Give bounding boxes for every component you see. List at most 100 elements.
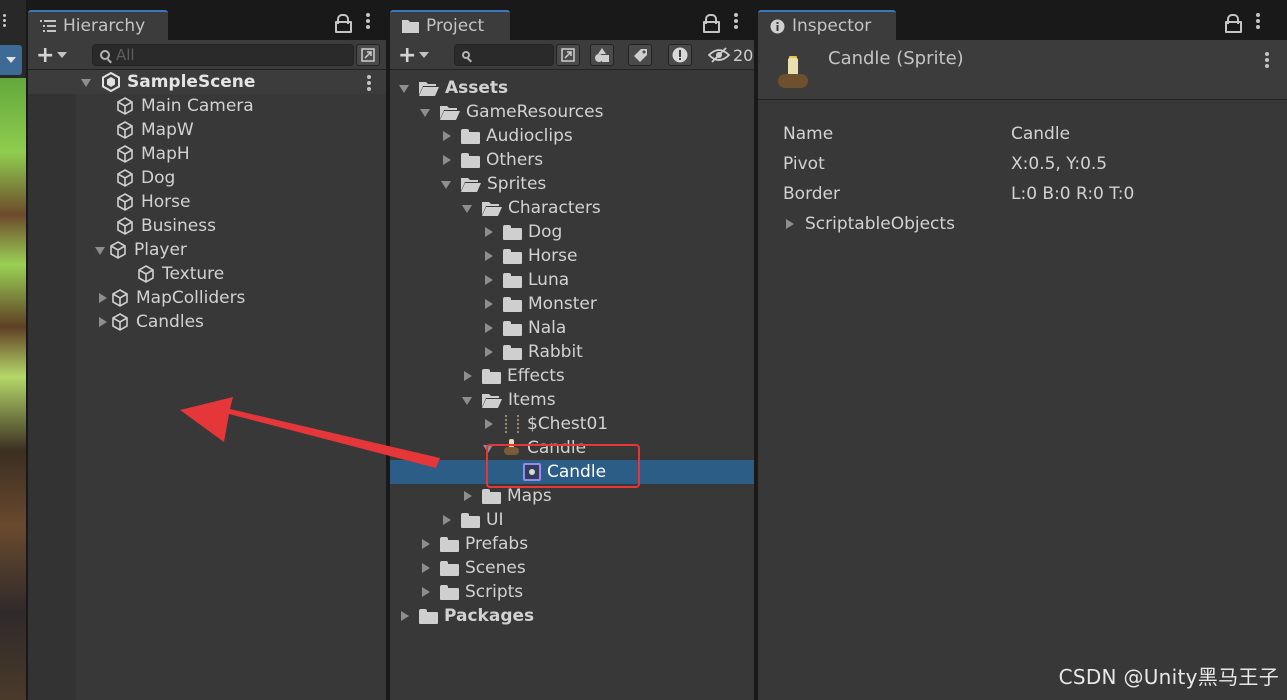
collapse-arrow-icon[interactable] — [461, 364, 475, 388]
gameobject-icon — [117, 145, 133, 163]
expand-arrow-icon[interactable] — [440, 172, 454, 196]
asset-chest01[interactable]: $Chest01 — [390, 412, 754, 436]
folder-icon — [503, 320, 522, 336]
scene-menu-icon[interactable] — [367, 75, 371, 91]
gameobject-icon — [117, 169, 133, 187]
folder-open-icon — [482, 393, 502, 408]
folder-scenes[interactable]: Scenes — [390, 556, 754, 580]
property-border: Border L:0 B:0 R:0 T:0 — [783, 182, 1283, 206]
tree-item-label: Audioclips — [486, 126, 573, 146]
kebab-menu-icon[interactable] — [1256, 13, 1260, 29]
folder-assets[interactable]: Assets — [390, 76, 754, 100]
filter-by-type-button[interactable] — [590, 44, 614, 66]
collapse-arrow-icon[interactable] — [461, 484, 475, 508]
warning-icon — [672, 47, 688, 63]
hierarchy-search-input[interactable]: All — [92, 44, 354, 66]
folder-luna[interactable]: Luna — [390, 268, 754, 292]
create-button[interactable]: + — [36, 43, 68, 68]
collapse-arrow-icon[interactable] — [482, 268, 496, 292]
folder-ui[interactable]: UI — [390, 508, 754, 532]
collapse-arrow-icon[interactable] — [440, 124, 454, 148]
collapse-arrow-icon[interactable] — [482, 316, 496, 340]
tree-item-mapw[interactable]: MapW — [28, 118, 386, 142]
foldout-scriptableobjects[interactable]: ScriptableObjects — [783, 212, 1283, 236]
folder-scripts[interactable]: Scripts — [390, 580, 754, 604]
component-menu-icon[interactable] — [1265, 52, 1269, 68]
tree-item-dog[interactable]: Dog — [28, 166, 386, 190]
hidden-packages-toggle[interactable]: 20 — [708, 44, 753, 66]
expand-arrow-icon[interactable] — [461, 388, 475, 412]
collapse-arrow-icon[interactable] — [419, 556, 433, 580]
project-panel: Project + 20 Assets GameResources Audioc… — [390, 0, 754, 700]
folder-dog[interactable]: Dog — [390, 220, 754, 244]
scene-visibility-button[interactable] — [356, 44, 380, 66]
gameobject-icon — [112, 313, 128, 331]
tab-project[interactable]: Project — [390, 10, 510, 40]
folder-items[interactable]: Items — [390, 388, 754, 412]
folder-audioclips[interactable]: Audioclips — [390, 124, 754, 148]
collapse-arrow-icon[interactable] — [482, 220, 496, 244]
collapse-arrow-icon[interactable] — [398, 604, 412, 628]
collapse-arrow-icon[interactable] — [96, 286, 110, 310]
tree-item-maph[interactable]: MapH — [28, 142, 386, 166]
scene-dropdown-button[interactable] — [0, 45, 22, 75]
folder-monster[interactable]: Monster — [390, 292, 754, 316]
tab-hierarchy-label: Hierarchy — [63, 16, 146, 36]
folder-icon — [461, 512, 480, 528]
collapse-arrow-icon[interactable] — [482, 412, 496, 436]
tree-item-label: Rabbit — [528, 342, 583, 362]
folder-nala[interactable]: Nala — [390, 316, 754, 340]
collapse-arrow-icon[interactable] — [419, 532, 433, 556]
folder-effects[interactable]: Effects — [390, 364, 754, 388]
expand-arrow-icon[interactable] — [94, 238, 108, 262]
project-search-input[interactable] — [454, 44, 554, 66]
expand-arrow-icon[interactable] — [461, 196, 475, 220]
tree-item-horse[interactable]: Horse — [28, 190, 386, 214]
folder-characters[interactable]: Characters — [390, 196, 754, 220]
collapse-arrow-icon[interactable] — [419, 580, 433, 604]
collapse-arrow-icon[interactable] — [482, 340, 496, 364]
tree-item-main-camera[interactable]: Main Camera — [28, 94, 386, 118]
tree-item-mapcolliders[interactable]: MapColliders — [28, 286, 386, 310]
tree-item-player[interactable]: Player — [28, 238, 386, 262]
drag-handle-icon[interactable] — [3, 14, 6, 28]
tree-item-label: Monster — [528, 294, 597, 314]
folder-packages[interactable]: Packages — [390, 604, 754, 628]
expand-arrow-icon[interactable] — [80, 70, 94, 94]
tree-item-label: Dog — [141, 168, 176, 188]
foldout-label: ScriptableObjects — [805, 214, 955, 234]
folder-prefabs[interactable]: Prefabs — [390, 532, 754, 556]
expand-arrow-icon[interactable] — [398, 76, 412, 100]
lock-icon[interactable] — [335, 13, 352, 33]
gameobject-icon — [112, 289, 128, 307]
warning-filter-button[interactable] — [668, 44, 692, 66]
collapse-arrow-icon[interactable] — [96, 310, 110, 334]
collapse-arrow-icon[interactable] — [440, 148, 454, 172]
kebab-menu-icon[interactable] — [366, 13, 370, 29]
folder-gameresources[interactable]: GameResources — [390, 100, 754, 124]
filter-by-label-button[interactable] — [628, 44, 652, 66]
kebab-menu-icon[interactable] — [734, 13, 738, 29]
folder-horse[interactable]: Horse — [390, 244, 754, 268]
tab-hierarchy[interactable]: Hierarchy — [28, 10, 168, 40]
property-value: X:0.5, Y:0.5 — [1011, 154, 1108, 174]
folder-others[interactable]: Others — [390, 148, 754, 172]
lock-icon[interactable] — [1225, 13, 1242, 33]
tree-item-texture[interactable]: Texture — [28, 262, 386, 286]
tree-item-business[interactable]: Business — [28, 214, 386, 238]
folder-sprites[interactable]: Sprites — [390, 172, 754, 196]
expand-arrow-icon[interactable] — [419, 100, 433, 124]
lock-icon[interactable] — [703, 13, 720, 33]
search-by-type-button[interactable] — [556, 44, 580, 66]
collapse-arrow-icon[interactable] — [783, 212, 801, 236]
search-placeholder: All — [116, 46, 135, 64]
tab-inspector[interactable]: Inspector — [758, 10, 896, 40]
tree-item-candles[interactable]: Candles — [28, 310, 386, 334]
tree-item-samplescene[interactable]: SampleScene — [28, 70, 386, 94]
create-asset-button[interactable]: + — [398, 43, 430, 68]
collapse-arrow-icon[interactable] — [482, 292, 496, 316]
folder-rabbit[interactable]: Rabbit — [390, 340, 754, 364]
collapse-arrow-icon[interactable] — [482, 244, 496, 268]
collapse-arrow-icon[interactable] — [440, 508, 454, 532]
tree-item-label: Candles — [136, 312, 204, 332]
